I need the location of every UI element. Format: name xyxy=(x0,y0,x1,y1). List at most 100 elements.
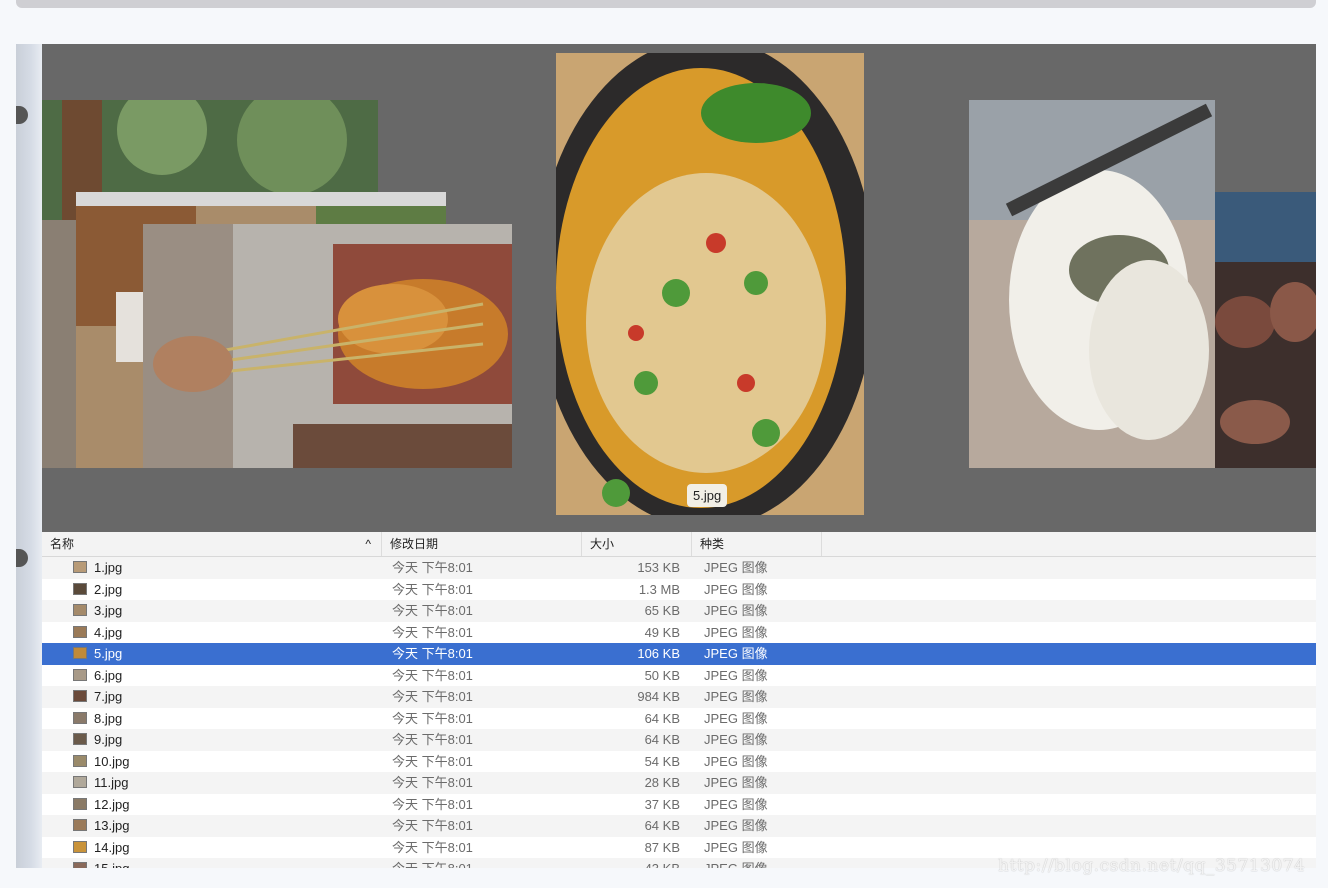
file-kind: JPEG 图像 xyxy=(704,732,768,747)
file-date: 今天 下午8:01 xyxy=(392,858,473,868)
file-thumbnail-icon xyxy=(73,840,87,853)
file-name: 9.jpg xyxy=(94,732,123,747)
file-size: 49 KB xyxy=(644,624,680,640)
file-list: 名称 ^ 修改日期 大小 种类 1.jpg 今天 下午8:01 153 KB JPEG… xyxy=(42,532,1316,868)
file-name: 5.jpg xyxy=(94,646,123,661)
file-kind: JPEG 图像 xyxy=(704,560,768,575)
file-name: 1.jpg xyxy=(94,560,123,575)
file-kind: JPEG 图像 xyxy=(704,839,768,855)
file-name: 7.jpg xyxy=(94,689,123,704)
file-size: 64 KB xyxy=(644,732,680,747)
table-row[interactable]: 6.jpg 今天 下午8:01 50 KB JPEG 图像 xyxy=(42,664,1316,686)
file-name: 3.jpg xyxy=(94,603,123,618)
file-size: 64 KB xyxy=(644,710,680,726)
window-top-bar xyxy=(16,0,1316,8)
file-kind: JPEG 图像 xyxy=(704,796,768,812)
sort-ascending-icon: ^ xyxy=(365,537,371,551)
table-row[interactable]: 12.jpg 今天 下午8:01 37 KB JPEG 图像 xyxy=(42,793,1316,815)
file-thumbnail-icon xyxy=(73,754,87,767)
file-name: 10.jpg xyxy=(94,753,130,769)
list-header: 名称 ^ 修改日期 大小 种类 xyxy=(42,532,1316,557)
file-date: 今天 下午8:01 xyxy=(392,796,473,812)
file-kind: JPEG 图像 xyxy=(704,603,768,618)
file-date: 今天 下午8:01 xyxy=(392,818,473,833)
file-kind: JPEG 图像 xyxy=(704,858,768,868)
table-row[interactable]: 10.jpg 今天 下午8:01 54 KB JPEG 图像 xyxy=(42,750,1316,772)
file-name: 15.jpg xyxy=(94,858,129,868)
file-date: 今天 下午8:01 xyxy=(392,839,473,855)
file-name: 4.jpg xyxy=(94,624,123,640)
file-date: 今天 下午8:01 xyxy=(392,646,473,661)
table-row[interactable]: 14.jpg 今天 下午8:01 87 KB JPEG 图像 xyxy=(42,836,1316,858)
cover-image-3[interactable] xyxy=(143,224,512,468)
file-date: 今天 下午8:01 xyxy=(392,710,473,726)
table-row[interactable]: 1.jpg 今天 下午8:01 153 KB JPEG 图像 xyxy=(42,557,1316,579)
file-kind: JPEG 图像 xyxy=(704,581,768,597)
file-date: 今天 下午8:01 xyxy=(392,581,473,597)
table-row[interactable]: 2.jpg 今天 下午8:01 1.3 MB JPEG 图像 xyxy=(42,578,1316,600)
file-name: 11.jpg xyxy=(94,775,129,790)
column-header-size[interactable]: 大小 xyxy=(582,532,692,556)
column-header-kind[interactable]: 种类 xyxy=(692,532,822,556)
file-date: 今天 下午8:01 xyxy=(392,753,473,769)
table-row[interactable]: 3.jpg 今天 下午8:01 65 KB JPEG 图像 xyxy=(42,600,1316,622)
column-header-name[interactable]: 名称 ^ xyxy=(42,532,382,556)
file-kind: JPEG 图像 xyxy=(704,667,768,683)
file-kind: JPEG 图像 xyxy=(704,710,768,726)
column-kind-label: 种类 xyxy=(700,537,725,551)
file-kind: JPEG 图像 xyxy=(704,753,768,769)
table-row[interactable]: 4.jpg 今天 下午8:01 49 KB JPEG 图像 xyxy=(42,621,1316,643)
sidebar-edge xyxy=(16,44,42,868)
file-name: 8.jpg xyxy=(94,710,123,726)
file-name: 14.jpg xyxy=(94,839,130,855)
table-row[interactable]: 13.jpg 今天 下午8:01 64 KB JPEG 图像 xyxy=(42,815,1316,837)
file-date: 今天 下午8:01 xyxy=(392,775,473,790)
file-kind: JPEG 图像 xyxy=(704,775,768,790)
cover-image-selected[interactable] xyxy=(556,53,864,515)
file-thumbnail-icon xyxy=(73,647,87,659)
file-size: 65 KB xyxy=(644,603,680,618)
file-name: 13.jpg xyxy=(94,818,130,833)
column-name-label: 名称 xyxy=(50,537,75,551)
cover-caption: 5.jpg xyxy=(687,484,728,507)
file-thumbnail-icon xyxy=(73,819,87,831)
file-kind: JPEG 图像 xyxy=(704,624,768,640)
file-date: 今天 下午8:01 xyxy=(392,667,473,683)
cover-flow-view[interactable]: 5.jpg xyxy=(42,44,1316,532)
file-name: 2.jpg xyxy=(94,581,123,597)
file-date: 今天 下午8:01 xyxy=(392,689,473,704)
column-header-date[interactable]: 修改日期 xyxy=(382,532,582,556)
file-thumbnail-icon xyxy=(73,733,87,745)
table-row[interactable]: 5.jpg 今天 下午8:01 106 KB JPEG 图像 xyxy=(42,643,1316,665)
file-size: 984 KB xyxy=(637,689,680,704)
file-date: 今天 下午8:01 xyxy=(392,603,473,618)
file-size: 87 KB xyxy=(644,839,680,855)
file-thumbnail-icon xyxy=(73,668,87,681)
file-rows: 1.jpg 今天 下午8:01 153 KB JPEG 图像 2.jpg 今天 下午8:0… xyxy=(42,557,1316,868)
file-thumbnail-icon xyxy=(73,625,87,638)
table-row[interactable]: 9.jpg 今天 下午8:01 64 KB JPEG 图像 xyxy=(42,729,1316,751)
file-size: 153 KB xyxy=(637,560,680,575)
column-size-label: 大小 xyxy=(590,537,615,551)
file-size: 28 KB xyxy=(644,775,680,790)
file-size: 50 KB xyxy=(644,667,680,683)
file-size: 106 KB xyxy=(637,646,680,661)
file-size: 43 KB xyxy=(582,858,680,868)
file-date: 今天 下午8:01 xyxy=(392,560,473,575)
cover-image-7[interactable] xyxy=(1215,192,1316,468)
file-thumbnail-icon xyxy=(73,797,87,810)
file-thumbnail-icon xyxy=(73,711,87,724)
file-name: 6.jpg xyxy=(94,667,123,683)
column-date-label: 修改日期 xyxy=(390,537,439,551)
table-row[interactable]: 11.jpg 今天 下午8:01 28 KB JPEG 图像 xyxy=(42,772,1316,794)
file-thumbnail-icon xyxy=(73,776,87,788)
file-size: 54 KB xyxy=(644,753,680,769)
watermark: http://blog.csdn.net/qq_35713074 xyxy=(998,856,1306,876)
cover-image-6[interactable] xyxy=(969,100,1215,468)
table-row[interactable]: 8.jpg 今天 下午8:01 64 KB JPEG 图像 xyxy=(42,707,1316,729)
file-thumbnail-icon xyxy=(73,690,87,702)
file-thumbnail-icon xyxy=(73,604,87,616)
table-row[interactable]: 7.jpg 今天 下午8:01 984 KB JPEG 图像 xyxy=(42,686,1316,708)
file-kind: JPEG 图像 xyxy=(704,646,768,661)
file-name: 12.jpg xyxy=(94,796,130,812)
